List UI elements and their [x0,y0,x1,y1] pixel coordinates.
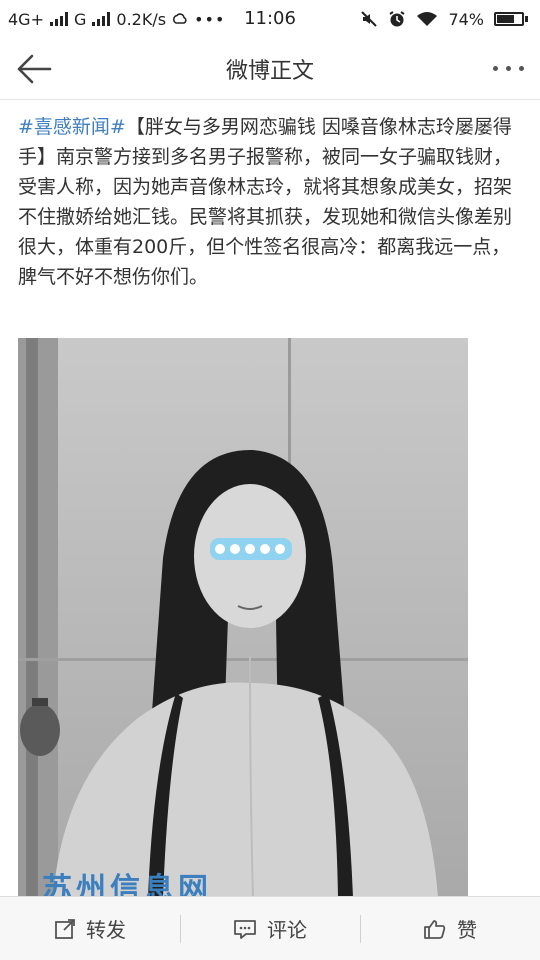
carrier2-label: G [73,9,87,29]
photo-watermark: 苏州信息网 [42,872,212,898]
status-right: 74% [360,10,528,29]
post-text: 【胖女与多男网恋骗钱 因嗓音像林志玲屡屡得手】南京警方接到多名男子报警称，被同一… [18,116,513,288]
more-icon[interactable] [493,66,524,71]
more-notifications-icon: ••• [194,9,226,29]
post-content: #喜感新闻#【胖女与多男网恋骗钱 因嗓音像林志玲屡屡得手】南京警方接到多名男子报… [18,112,523,292]
signal-icon [49,12,68,26]
repost-icon [55,918,75,939]
comment-icon [234,919,256,939]
status-bar: 4G+ G 0.2K/s ••• 11:06 74% [0,0,540,38]
back-arrow-icon[interactable] [14,52,54,86]
like-label: 赞 [457,918,477,942]
repost-label: 转发 [86,918,126,942]
photo-illustration [18,338,468,898]
action-bar: 转发 评论 赞 [0,896,540,960]
battery-percent: 74% [448,9,484,29]
network-type: 4G+ [8,9,44,29]
mute-icon [361,11,378,27]
repost-button[interactable]: 转发 [0,909,180,949]
like-button[interactable]: 赞 [360,909,540,949]
hashtag-link[interactable]: #喜感新闻# [18,116,126,138]
network-speed: 0.2K/s [116,9,167,29]
thumbs-up-icon [424,919,446,939]
cloud-notification-icon [173,13,187,24]
alarm-icon [389,11,405,27]
comment-button[interactable]: 评论 [180,909,360,949]
battery-fill [497,15,515,23]
battery-icon [494,12,528,26]
page-title: 微博正文 [225,58,314,84]
wifi-icon [417,12,438,26]
post-image[interactable]: 苏州信息网 [18,338,468,898]
clock: 11:06 [244,8,296,29]
nav-bar: 微博正文 [0,38,540,100]
signal2-icon [92,12,111,26]
comment-label: 评论 [267,918,307,942]
status-left: 4G+ G 0.2K/s ••• [8,10,225,29]
